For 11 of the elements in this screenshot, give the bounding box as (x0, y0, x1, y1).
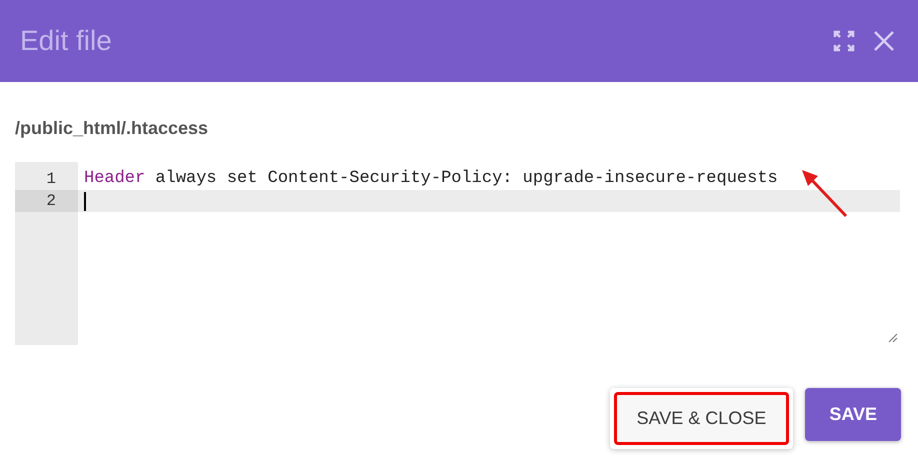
dialog-title: Edit file (20, 24, 113, 58)
line-number: 2 (46, 191, 56, 212)
text-cursor (84, 192, 86, 210)
save-button[interactable]: SAVE (805, 388, 901, 441)
code-line: Header always set Content-Security-Policy: upgrade-insecure-requests (84, 168, 778, 190)
file-path: /public_html/.htaccess (15, 117, 210, 140)
annotation-arrow (800, 168, 850, 220)
save-and-close-button[interactable]: SAVE & CLOSE (614, 392, 790, 445)
code-editor[interactable]: 1 2 Header always set Content-Security-Policy: upgrade-insecure-requests (15, 162, 900, 345)
line-number: 1 (46, 169, 56, 190)
resize-handle-icon[interactable] (888, 333, 898, 343)
